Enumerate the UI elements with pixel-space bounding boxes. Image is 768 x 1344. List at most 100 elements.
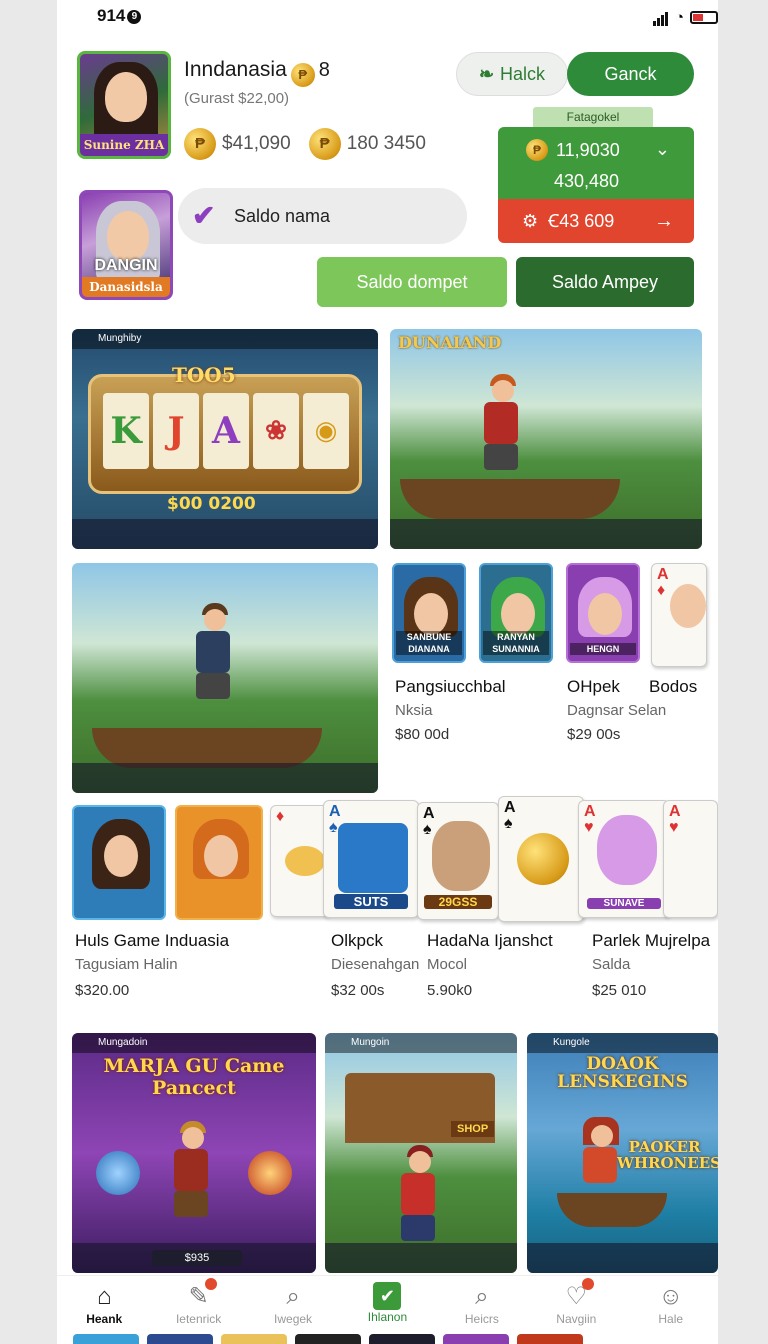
game-thumb[interactable]: A ♠ xyxy=(498,796,584,922)
adventure-game-card[interactable] xyxy=(72,563,378,793)
search-icon: ⌕ xyxy=(286,1283,300,1310)
arrow-right-icon: → xyxy=(654,209,674,232)
search-icon: ⌕ xyxy=(475,1283,489,1310)
home-icon: ⌂ xyxy=(96,1283,112,1310)
status-bar: 914 9 ◔ xyxy=(57,0,718,32)
notification-badge: 9 xyxy=(127,10,142,24)
game-name[interactable]: OHpek xyxy=(567,677,620,697)
game-thumb[interactable] xyxy=(72,805,166,920)
avatar-label: Sunine ZHA xyxy=(80,134,168,156)
game-controls[interactable] xyxy=(390,519,702,549)
game-price: $25 010 xyxy=(592,982,647,999)
banner-controls[interactable] xyxy=(325,1243,517,1273)
game-name[interactable]: Bodos xyxy=(649,677,697,697)
game-thumb[interactable]: SANBUNE DIANANA xyxy=(392,563,466,663)
slot-reel-coins: ◉ xyxy=(303,393,349,469)
tab-home[interactable]: ⌂ Heank xyxy=(57,1276,151,1335)
game-thumb[interactable]: RANYAN SUNANNIA xyxy=(479,563,553,663)
fishing-game-card[interactable]: DUNAIAND xyxy=(390,329,702,549)
hack-button[interactable]: ❧ Halck xyxy=(456,52,568,96)
game-thumb[interactable]: A ♠ 29GSS xyxy=(417,802,499,920)
app-screen: 914 9 ◔ Sunine ZHA Inndanasia ₱ 8 (Gurast $… xyxy=(57,0,718,1344)
tab-profile[interactable]: ☺ Hale xyxy=(624,1276,718,1335)
slot-reel-gems: ❀ xyxy=(253,393,299,469)
saldo-dompet-button[interactable]: Saldo dompet xyxy=(317,257,507,307)
slot-reel: K xyxy=(103,393,149,469)
notification-dot xyxy=(582,1278,595,1290)
slot-game-card[interactable]: Munghiby K J A ❀ ◉ TOO5 $00 0200 xyxy=(72,329,378,549)
game-thumb[interactable]: ♦ xyxy=(270,805,330,917)
game-thumb[interactable]: A ♠ SUTS xyxy=(323,800,419,918)
notification-dot xyxy=(204,1278,217,1290)
promo-banner[interactable]: Mungoin SHOP xyxy=(325,1033,517,1273)
wallet-secondary-value: 430,480 xyxy=(554,171,620,191)
coin-icon: ₱ xyxy=(290,63,315,87)
tab-navigate[interactable]: ♡ Navgiin xyxy=(529,1276,623,1335)
promo-banner[interactable]: Mungadoin MARJA GU Came Pancect $935 xyxy=(72,1033,316,1273)
saldo-ampey-button[interactable]: Saldo Ampey xyxy=(516,257,694,307)
game-name[interactable]: Parlek Mujrelpa xyxy=(592,931,710,951)
avatar2-title: DANGIN xyxy=(94,257,158,274)
slot-reel: A xyxy=(203,393,249,469)
signal-icon xyxy=(652,8,669,26)
game-thumb[interactable]: A ♦ xyxy=(651,563,707,667)
balance-secondary: 180 3450 xyxy=(346,133,426,154)
slot-win-amount: $00 0200 xyxy=(167,494,256,514)
secondary-avatar[interactable]: DANGIN Danasidsla xyxy=(79,190,173,300)
boat xyxy=(92,728,322,768)
game-thumb[interactable]: A ♥ SUNAVE xyxy=(578,800,670,918)
chevron-down-icon[interactable]: ⌄ xyxy=(655,139,670,160)
banner-controls[interactable] xyxy=(527,1243,718,1273)
search-placeholder: Saldo nama xyxy=(234,205,331,226)
thumb-label: SUNAVE xyxy=(587,898,661,909)
boat xyxy=(557,1193,667,1227)
wallet-red-value: Ꞓ43 609 xyxy=(548,211,615,231)
shop-sign: SHOP xyxy=(451,1121,495,1137)
gank-button[interactable]: Ganck xyxy=(567,52,694,96)
game-provider: Diesenahgan xyxy=(331,956,420,973)
banner-title: MARJA GU Came Pancect xyxy=(103,1055,285,1099)
profile-avatar[interactable]: Sunine ZHA xyxy=(77,51,171,159)
coin-icon: ₱ xyxy=(526,139,548,161)
banner-hud-label: Mungadoin xyxy=(72,1033,316,1053)
game-thumb[interactable] xyxy=(175,805,263,920)
tab-edit[interactable]: ✎ Ietenrick xyxy=(151,1276,245,1335)
search-input[interactable]: ✔ Saldo nama xyxy=(178,188,467,244)
slot-reel: J xyxy=(153,393,199,469)
game-controls[interactable] xyxy=(72,763,378,793)
tab-check[interactable]: ✔ Ihlanon xyxy=(340,1276,434,1335)
thumb-label: HENGN xyxy=(570,643,636,655)
orb-icon xyxy=(248,1151,292,1195)
promo-banner[interactable]: Kungole DOAOK LENSKEGINS PAOKER WHRONEES xyxy=(527,1033,718,1273)
profile-subtitle: (Gurast $22,00) xyxy=(184,90,290,107)
game-name[interactable]: Pangsiucchbal xyxy=(395,677,506,697)
balance-primary: $41,090 xyxy=(222,133,291,154)
wallet-panel[interactable]: ₱ 11,9030 ⌄ 430,480 xyxy=(498,127,694,199)
orb-icon xyxy=(96,1151,140,1195)
thumb-label: SANBUNE DIANANA xyxy=(396,631,462,655)
wifi-icon: ◔ xyxy=(674,8,684,26)
tab-search-2[interactable]: ⌕ Heicrs xyxy=(435,1276,529,1335)
game-name[interactable]: Huls Game Induasia xyxy=(75,931,229,951)
check-icon: ✔ xyxy=(373,1282,402,1310)
game-hud-label: Munghiby xyxy=(72,329,378,349)
game-thumb[interactable]: HENGN xyxy=(566,563,640,663)
slot-logo: TOO5 xyxy=(172,363,236,387)
thumb-label: RANYAN SUNANNIA xyxy=(483,631,549,655)
running-icon: ❧ xyxy=(478,63,495,84)
user-icon: ☺ xyxy=(658,1283,683,1310)
tab-search[interactable]: ⌕ Iwegek xyxy=(246,1276,340,1335)
banner-title: DOAOK LENSKEGINS xyxy=(557,1054,688,1092)
game-name[interactable]: HadaNa Ijanshct xyxy=(427,931,553,951)
wallet-red-row[interactable]: ⚙ Ꞓ43 609 → xyxy=(498,199,694,243)
game-thumb[interactable]: A ♥ xyxy=(663,800,718,918)
banner-subtitle: PAOKER WHRONEES xyxy=(617,1138,718,1172)
banner-controls[interactable]: $935 xyxy=(72,1243,316,1273)
game-provider: Tagusiam Halin xyxy=(75,956,178,973)
game-name[interactable]: Olkpck xyxy=(331,931,383,951)
banner-hud-label: Kungole xyxy=(527,1033,718,1053)
game-price: $80 00d xyxy=(395,726,450,743)
game-controls[interactable] xyxy=(72,519,378,549)
coin-icon: ₱ xyxy=(308,128,341,160)
battery-icon xyxy=(690,10,718,24)
